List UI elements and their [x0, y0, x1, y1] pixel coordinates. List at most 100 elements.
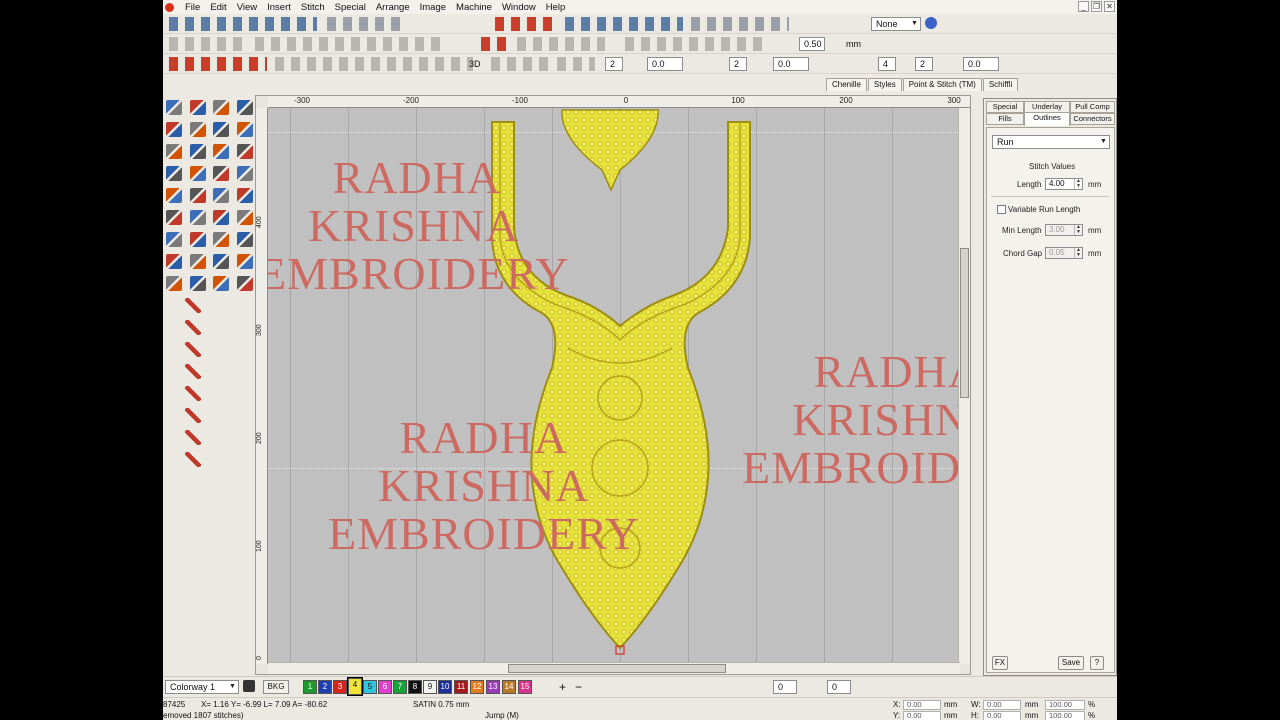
digitize-tool-icon[interactable] [190, 100, 206, 115]
color-swatch-10[interactable]: 10 [438, 680, 452, 694]
menu-view[interactable]: View [232, 2, 262, 13]
spin-d-field[interactable]: 2 [915, 57, 933, 71]
digitize-tool-icon[interactable] [190, 276, 206, 291]
spinner-arrows-icon[interactable]: ▲ ▼ [1074, 248, 1082, 258]
spin-b-val-field[interactable]: 0.0 [773, 57, 809, 71]
globe-icon[interactable] [925, 17, 937, 29]
w-field[interactable]: 0.00 [983, 700, 1021, 710]
menu-special[interactable]: Special [330, 2, 371, 13]
shape-tools-icons[interactable] [515, 37, 605, 51]
chord-gap-input[interactable]: 0.05 ▲ ▼ [1045, 247, 1083, 259]
color-swatch-11[interactable]: 11 [454, 680, 468, 694]
h-field[interactable]: 0.00 [983, 711, 1021, 720]
fx-button[interactable]: FX [992, 656, 1008, 670]
color-swatch-9[interactable]: 9 [423, 680, 437, 694]
color-swatch-14[interactable]: 14 [502, 680, 516, 694]
minimize-button[interactable]: _ [1078, 1, 1089, 12]
tab-special[interactable]: Special [986, 101, 1024, 113]
menu-insert[interactable]: Insert [262, 2, 296, 13]
digitize-tool-icon[interactable] [213, 188, 229, 203]
design-canvas[interactable]: -300 -200 -100 0 100 200 300 400 300 200… [255, 95, 971, 675]
digitize-tool-icon[interactable] [190, 166, 206, 181]
color-swatch-2[interactable]: 2 [318, 680, 332, 694]
tab-fills[interactable]: Fills [986, 113, 1024, 125]
digitize-tool-icon[interactable] [237, 232, 253, 247]
stitch-type-icons[interactable] [167, 57, 267, 71]
background-color-button[interactable]: BKG [263, 680, 289, 694]
scroll-thumb[interactable] [508, 664, 726, 673]
tab-connectors[interactable]: Connectors [1070, 113, 1115, 125]
digitize-tool-icon[interactable] [213, 166, 229, 181]
file-tools-icons[interactable] [167, 17, 317, 31]
variable-run-checkbox[interactable] [997, 205, 1006, 214]
tab-outlines[interactable]: Outlines [1024, 112, 1070, 126]
none-combo[interactable]: None ▼ [871, 17, 921, 31]
spin-d-val-field[interactable]: 0.0 [963, 57, 999, 71]
fill-type-icons[interactable] [273, 57, 473, 71]
digitize-tool-icon[interactable] [213, 144, 229, 159]
color-swatch-5[interactable]: 5 [363, 680, 377, 694]
menu-machine[interactable]: Machine [451, 2, 497, 13]
digitize-tool-icon[interactable] [166, 166, 182, 181]
vertical-scrollbar[interactable] [958, 108, 970, 664]
spin-a-val-field[interactable]: 0.0 [647, 57, 683, 71]
digitize-tool-icon[interactable] [213, 210, 229, 225]
edit-tool-icon[interactable] [185, 298, 201, 313]
spinner-arrows-icon[interactable]: ▲ ▼ [1074, 179, 1082, 189]
color-swatch-15[interactable]: 15 [518, 680, 532, 694]
stitch-type-select[interactable]: Run ▼ [992, 135, 1110, 149]
edit-tool-icon[interactable] [185, 364, 201, 379]
color-swatch-8[interactable]: 8 [408, 680, 422, 694]
menu-stitch[interactable]: Stitch [296, 2, 330, 13]
embroidery-workspace[interactable]: RADHA KRISHNA EMBROIDERY RADHA KRISHNA E… [268, 108, 960, 664]
digitize-tool-icon[interactable] [237, 100, 253, 115]
digitize-tool-icon[interactable] [237, 144, 253, 159]
menu-file[interactable]: File [180, 2, 205, 13]
digitize-tool-icon[interactable] [237, 166, 253, 181]
view-tools-icons[interactable] [689, 17, 789, 31]
digitize-tool-icon[interactable] [237, 210, 253, 225]
edit-tool-icon[interactable] [185, 386, 201, 401]
spinner-arrows-icon[interactable]: ▲ ▼ [1074, 225, 1082, 235]
digitize-tool-icon[interactable] [166, 144, 182, 159]
digitize-tool-icon[interactable] [166, 232, 182, 247]
digitize-tool-icon[interactable] [213, 276, 229, 291]
y-field[interactable]: 0.00 [903, 711, 941, 720]
spin-b-field[interactable]: 2 [729, 57, 747, 71]
spin-c-field[interactable]: 4 [878, 57, 896, 71]
digitize-tool-icon[interactable] [237, 276, 253, 291]
digitize-tool-icon[interactable] [213, 100, 229, 115]
edit-tool-icon[interactable] [185, 430, 201, 445]
digitize-tool-icon[interactable] [213, 122, 229, 137]
tab-schiffli[interactable]: Schiffli [982, 78, 1019, 91]
restore-button[interactable]: ❐ [1091, 1, 1102, 12]
color-swatch-6[interactable]: 6 [378, 680, 392, 694]
digitize-tool-icon[interactable] [166, 100, 182, 115]
digitize-tool-icon[interactable] [166, 254, 182, 269]
edit-tool-icon[interactable] [185, 408, 201, 423]
effect-icons[interactable] [489, 57, 549, 71]
spacing-icons[interactable] [555, 57, 595, 71]
menu-help[interactable]: Help [541, 2, 571, 13]
digitize-tool-icon[interactable] [166, 276, 182, 291]
arrange-tools-icons[interactable] [253, 37, 443, 51]
menu-edit[interactable]: Edit [205, 2, 231, 13]
zoom-value-field[interactable]: 0.50 [799, 37, 825, 51]
colorway-select[interactable]: Colorway 1 ▼ [165, 680, 239, 694]
digitize-tool-icon[interactable] [190, 210, 206, 225]
digitize-tool-icon[interactable] [213, 254, 229, 269]
scroll-thumb[interactable] [960, 248, 969, 398]
angle-spin-1[interactable]: 0 [773, 680, 797, 694]
tab-pull-comp[interactable]: Pull Comp [1070, 101, 1115, 113]
spin-a-field[interactable]: 2 [605, 57, 623, 71]
color-swatch-1[interactable]: 1 [303, 680, 317, 694]
edit-tool-icon[interactable] [185, 452, 201, 467]
digitize-tool-icon[interactable] [237, 188, 253, 203]
digitize-tool-icon[interactable] [237, 254, 253, 269]
digitize-tool-icon[interactable] [237, 122, 253, 137]
menu-image[interactable]: Image [415, 2, 451, 13]
color-tools-icons[interactable] [623, 37, 763, 51]
digitize-tool-icon[interactable] [190, 254, 206, 269]
palette-icon[interactable] [243, 680, 255, 692]
digitize-tool-icon[interactable] [190, 122, 206, 137]
